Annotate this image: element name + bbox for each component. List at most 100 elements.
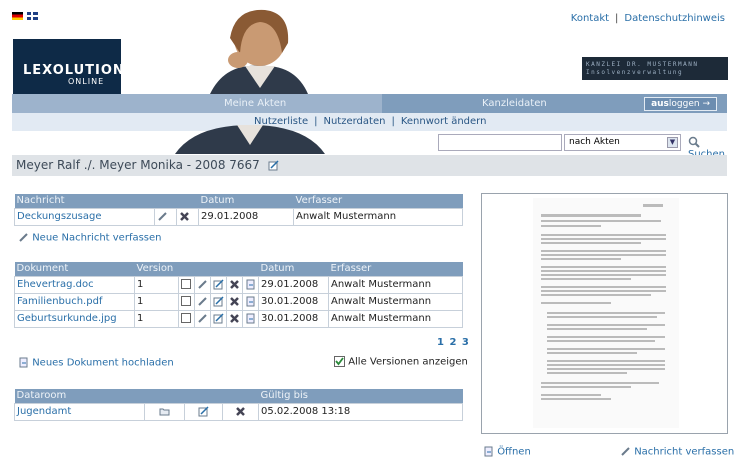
all-versions-toggle[interactable]: Alle Versionen anzeigen <box>334 356 468 368</box>
delete-icon[interactable] <box>229 313 240 324</box>
german-flag-icon[interactable] <box>12 12 23 20</box>
tab-label: Meine Akten <box>224 98 287 109</box>
document-icon <box>484 446 493 457</box>
document-icon[interactable] <box>245 313 256 324</box>
upload-label: Neues Dokument hochladen <box>32 357 174 369</box>
col-header <box>226 262 243 276</box>
cell <box>194 292 211 311</box>
dataroom-link[interactable]: Jugendamt <box>14 402 145 421</box>
dataroom-valid-until: 05.02.2008 13:18 <box>258 402 463 421</box>
search-scope-select[interactable]: nach Akten ▼ <box>564 134 681 151</box>
cell <box>144 402 185 421</box>
message-link[interactable]: Deckungszusage <box>14 207 155 226</box>
checkbox-checked-icon[interactable] <box>334 356 345 367</box>
select-value: nach Akten <box>569 137 620 147</box>
kanzlei-name: KANZLEI DR. MUSTERMANN <box>586 61 699 68</box>
col-header: Version <box>134 262 179 276</box>
pencil-icon[interactable] <box>157 211 168 222</box>
table-row: Ehevertrag.doc 1 29.01.2008 Anwalt Muste… <box>14 275 463 294</box>
case-title-text: Meyer Ralf ./. Meyer Monika - 2008 7667 <box>16 158 260 172</box>
cell <box>226 292 243 311</box>
document-version: 1 <box>134 292 179 311</box>
delete-icon[interactable] <box>235 406 246 417</box>
table-row: Familienbuch.pdf 1 30.01.2008 Anwalt Mus… <box>14 292 463 311</box>
tab-label: Kanzleidaten <box>482 98 547 109</box>
english-flag-icon[interactable] <box>27 12 38 20</box>
document-date: 30.01.2008 <box>258 292 329 311</box>
pagination[interactable]: 1 2 3 <box>437 337 470 348</box>
subnav-kennwort[interactable]: Kennwort ändern <box>401 116 487 127</box>
open-label: Öffnen <box>497 446 531 458</box>
col-header: Erfasser <box>328 262 463 276</box>
col-header: Dataroom <box>14 389 145 403</box>
lexolution-logo: LEXOLUTION ONLINE <box>13 39 124 94</box>
delete-icon[interactable] <box>229 279 240 290</box>
select-checkbox[interactable] <box>181 296 191 306</box>
cell <box>178 309 195 328</box>
separator: | <box>391 116 395 127</box>
all-versions-label: Alle Versionen anzeigen <box>348 356 468 368</box>
edit-icon[interactable] <box>213 313 224 324</box>
document-link[interactable]: Familienbuch.pdf <box>14 292 135 311</box>
contact-link[interactable]: Kontakt <box>571 13 609 24</box>
message-date: 29.01.2008 <box>198 207 294 226</box>
header-suit-image <box>175 125 325 154</box>
col-header: Datum <box>258 262 329 276</box>
edit-icon[interactable] <box>213 296 224 307</box>
edit-icon[interactable] <box>213 279 224 290</box>
privacy-link[interactable]: Datenschutzhinweis <box>624 13 725 24</box>
logout-bold: aus <box>651 99 669 109</box>
logo-text: LEXOLUTION <box>23 63 125 78</box>
col-header: Datum <box>198 194 294 208</box>
col-header <box>176 194 199 208</box>
cell <box>194 309 211 328</box>
pencil-icon[interactable] <box>197 296 208 307</box>
col-header: Nachricht <box>14 194 155 208</box>
col-header: Verfasser <box>293 194 463 208</box>
edit-icon[interactable] <box>268 160 279 171</box>
upload-document-button[interactable]: Neues Dokument hochladen <box>18 357 174 369</box>
logout-rest: loggen → <box>668 99 710 109</box>
col-header <box>178 262 195 276</box>
cell <box>242 275 259 294</box>
cell <box>242 292 259 311</box>
new-message-label: Neue Nachricht verfassen <box>32 232 162 244</box>
top-links: Kontakt | Datenschutzhinweis <box>571 13 725 24</box>
cell <box>178 275 195 294</box>
edit-icon[interactable] <box>198 406 209 417</box>
pencil-icon[interactable] <box>197 313 208 324</box>
select-checkbox[interactable] <box>181 313 191 323</box>
cell <box>226 275 243 294</box>
sub-nav: Nutzerliste | Nutzerdaten | Kennwort ändern <box>12 113 727 131</box>
document-icon[interactable] <box>245 296 256 307</box>
document-author: Anwalt Mustermann <box>328 292 463 311</box>
cell <box>184 402 223 421</box>
search-input[interactable] <box>438 134 562 151</box>
select-checkbox[interactable] <box>181 279 191 289</box>
subnav-nutzerdaten[interactable]: Nutzerdaten <box>323 116 385 127</box>
new-message-button[interactable]: Neue Nachricht verfassen <box>18 232 162 244</box>
pencil-icon <box>19 233 28 242</box>
open-button[interactable]: Öffnen <box>483 446 531 458</box>
message-author: Anwalt Mustermann <box>293 207 463 226</box>
delete-icon[interactable] <box>229 296 240 307</box>
separator: | <box>615 13 619 24</box>
table-row: Geburtsurkunde.jpg 1 30.01.2008 Anwalt M… <box>14 309 463 328</box>
logo-subtext: ONLINE <box>68 77 105 86</box>
document-preview[interactable] <box>481 193 728 434</box>
write-message-button[interactable]: Nachricht verfassen <box>620 446 734 458</box>
delete-icon[interactable] <box>179 211 190 222</box>
case-title-bar: Meyer Ralf ./. Meyer Monika - 2008 7667 <box>12 155 727 176</box>
language-flags <box>12 12 38 20</box>
cell <box>194 275 211 294</box>
tab-kanzleidaten[interactable]: Kanzleidaten ausloggen → <box>382 94 727 113</box>
cell <box>210 309 227 328</box>
document-link[interactable]: Geburtsurkunde.jpg <box>14 309 135 328</box>
document-icon[interactable] <box>245 279 256 290</box>
col-header <box>184 389 223 403</box>
tab-meine-akten[interactable]: Meine Akten <box>12 94 382 113</box>
logout-button[interactable]: ausloggen → <box>644 97 717 111</box>
pencil-icon[interactable] <box>197 279 208 290</box>
document-link[interactable]: Ehevertrag.doc <box>14 275 135 294</box>
folder-icon[interactable] <box>159 406 170 417</box>
